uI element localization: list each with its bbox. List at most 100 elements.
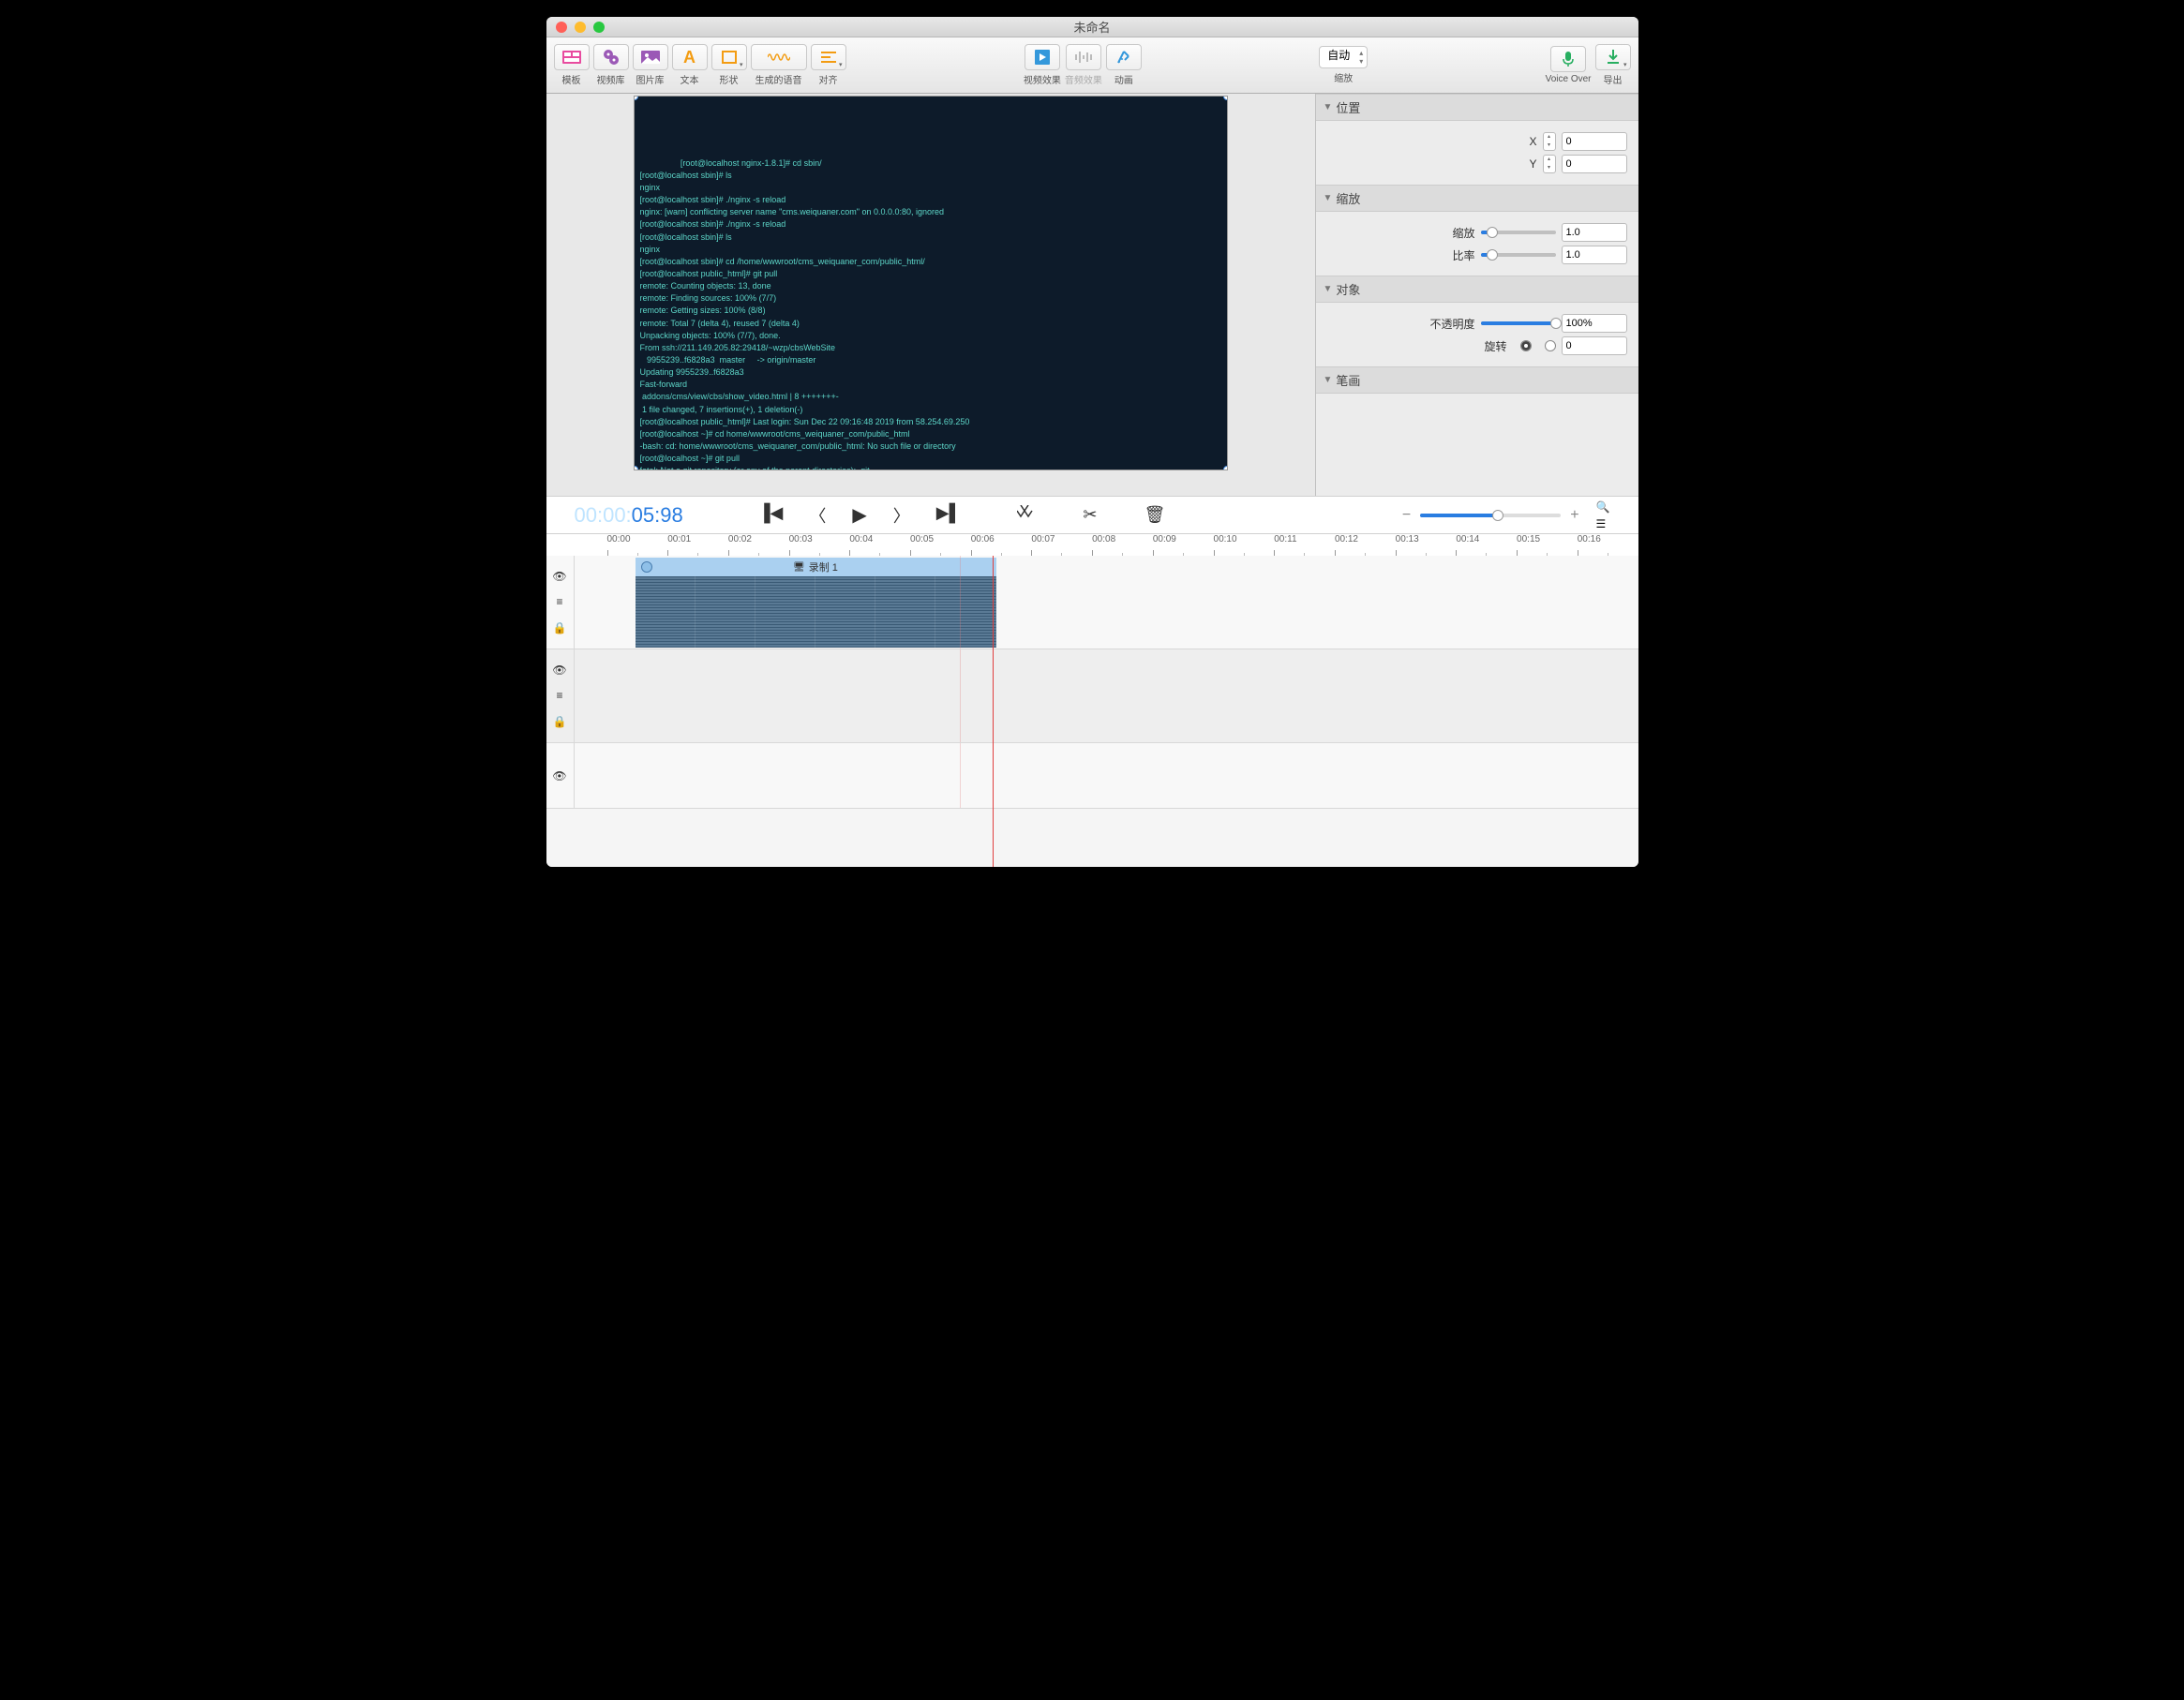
ruler-tick: 00:03 — [789, 534, 850, 556]
opacity-input[interactable] — [1562, 314, 1627, 333]
list-icon[interactable]: ☰ — [1596, 517, 1610, 530]
zoom-select[interactable]: 自动▴▾ — [1319, 46, 1368, 68]
go-end-button[interactable]: ▶▌ — [936, 503, 962, 528]
marker-button[interactable] — [1017, 505, 1036, 525]
timecode: 00:00:05:98 — [575, 503, 683, 528]
x-input[interactable] — [1562, 132, 1627, 151]
lock-icon[interactable]: 🔒 — [553, 621, 567, 634]
resize-handle-bl[interactable] — [634, 466, 638, 470]
ruler-tick: 00:11 — [1274, 534, 1335, 556]
cut-button[interactable]: ✂ — [1083, 505, 1097, 525]
afx-label: 音频效果 — [1065, 72, 1102, 86]
timeline-ruler[interactable]: 00:0000:0100:0200:0300:0400:0500:0600:07… — [546, 533, 1638, 556]
ruler-tick: 00:16 — [1578, 534, 1638, 556]
ruler-tick: 00:05 — [910, 534, 971, 556]
main-area: [root@localhost nginx-1.8.1]# cd sbin/ [… — [546, 94, 1638, 496]
videolib-button[interactable] — [593, 44, 629, 70]
rotation-cw[interactable] — [1520, 340, 1532, 351]
export-button[interactable]: ▾ — [1595, 44, 1631, 70]
app-window: 未命名 模板 视频库 图片库 A文本 ▾形状 生成的语音 ▾对齐 视频效果 音频… — [546, 17, 1638, 867]
voiceover-button[interactable] — [1550, 46, 1586, 72]
track-lines-icon[interactable]: ≡ — [556, 689, 562, 702]
ratio-slider[interactable] — [1481, 253, 1556, 257]
anim-label: 动画 — [1114, 72, 1133, 86]
ruler-tick: 00:10 — [1214, 534, 1275, 556]
rotation-input[interactable] — [1562, 336, 1627, 355]
delete-button[interactable]: 🗑 — [1144, 505, 1165, 525]
visibility-icon[interactable]: 👁 — [552, 769, 566, 783]
ruler-tick: 00:01 — [667, 534, 728, 556]
ratio-input[interactable] — [1562, 246, 1627, 264]
speech-label: 生成的语音 — [755, 72, 802, 86]
rotation-ccw[interactable] — [1545, 340, 1556, 351]
transport-bar: 00:00:05:98 ▐◀ 〈 ▶ 〉 ▶▌ ✂ 🗑 − + 🔍 ☰ — [546, 496, 1638, 533]
visibility-icon[interactable]: 👁 — [552, 664, 566, 677]
rotation-label: 旋转 — [1484, 338, 1506, 354]
vfx-label: 视频效果 — [1024, 72, 1061, 86]
visibility-icon[interactable]: 👁 — [552, 570, 566, 583]
titlebar: 未命名 — [546, 17, 1638, 37]
text-label: 文本 — [681, 72, 699, 86]
track-lines-icon[interactable]: ≡ — [556, 595, 562, 608]
opacity-slider[interactable] — [1481, 321, 1556, 325]
resize-handle-tl[interactable] — [634, 96, 638, 100]
section-stroke[interactable]: ▼笔画 — [1316, 366, 1638, 394]
template-button[interactable] — [554, 44, 590, 70]
imagelib-button[interactable] — [633, 44, 668, 70]
scale-input[interactable] — [1562, 223, 1627, 242]
canvas[interactable]: [root@localhost nginx-1.8.1]# cd sbin/ [… — [546, 94, 1315, 496]
ruler-tick: 00:09 — [1153, 534, 1214, 556]
ratio-label: 比率 — [1452, 247, 1474, 263]
ruler-tick: 00:00 — [607, 534, 668, 556]
ruler-tick: 00:08 — [1092, 534, 1153, 556]
anim-button[interactable] — [1106, 44, 1142, 70]
next-frame-button[interactable]: 〉 — [893, 503, 910, 528]
go-start-button[interactable]: ▐◀ — [758, 503, 784, 528]
section-object[interactable]: ▼对象 — [1316, 276, 1638, 303]
ruler-tick: 00:04 — [849, 534, 910, 556]
track-1: 👁 ≡ 🔒 🖥录制 1 — [546, 556, 1638, 649]
ruler-tick: 00:07 — [1031, 534, 1092, 556]
timeline-zoom-slider[interactable] — [1420, 514, 1561, 517]
videolib-label: 视频库 — [597, 72, 625, 86]
ruler-tick: 00:15 — [1517, 534, 1578, 556]
terminal-content: [root@localhost nginx-1.8.1]# cd sbin/ [… — [640, 158, 970, 470]
zoom-out-icon[interactable]: − — [1402, 507, 1411, 524]
scale-label: 缩放 — [1452, 225, 1474, 241]
y-label: Y — [1529, 157, 1536, 171]
vfx-button[interactable] — [1025, 44, 1060, 70]
afx-button[interactable] — [1066, 44, 1101, 70]
y-stepper[interactable]: ▴▾ — [1543, 155, 1556, 173]
x-stepper[interactable]: ▴▾ — [1543, 132, 1556, 151]
align-button[interactable]: ▾ — [811, 44, 846, 70]
shape-button[interactable]: ▾ — [711, 44, 747, 70]
section-scale[interactable]: ▼缩放 — [1316, 185, 1638, 212]
speech-button[interactable] — [751, 44, 807, 70]
resize-handle-br[interactable] — [1223, 466, 1228, 470]
track-3: 👁 — [546, 743, 1638, 809]
imagelib-label: 图片库 — [636, 72, 665, 86]
align-label: 对齐 — [819, 72, 838, 86]
ruler-tick: 00:14 — [1456, 534, 1517, 556]
track-2: 👁 ≡ 🔒 — [546, 649, 1638, 743]
play-button[interactable]: ▶ — [852, 503, 866, 528]
clip-recording-1[interactable]: 🖥录制 1 — [636, 558, 996, 648]
text-button[interactable]: A — [672, 44, 708, 70]
playhead[interactable] — [993, 556, 994, 867]
lock-icon[interactable]: 🔒 — [553, 715, 567, 728]
resize-handle-tr[interactable] — [1223, 96, 1228, 100]
timeline: 👁 ≡ 🔒 🖥录制 1 👁 ≡ 🔒 👁 — [546, 556, 1638, 867]
scale-slider[interactable] — [1481, 231, 1556, 234]
y-input[interactable] — [1562, 155, 1627, 173]
ruler-tick: 00:02 — [728, 534, 789, 556]
export-label: 导出 — [1604, 72, 1623, 86]
search-icon[interactable]: 🔍 — [1596, 500, 1610, 514]
toolbar: 模板 视频库 图片库 A文本 ▾形状 生成的语音 ▾对齐 视频效果 音频效果 动… — [546, 37, 1638, 94]
video-clip-preview[interactable]: [root@localhost nginx-1.8.1]# cd sbin/ [… — [634, 96, 1228, 470]
prev-frame-button[interactable]: 〈 — [809, 503, 826, 528]
section-position[interactable]: ▼位置 — [1316, 94, 1638, 121]
zoom-in-icon[interactable]: + — [1570, 507, 1578, 524]
ruler-tick: 00:12 — [1335, 534, 1396, 556]
x-label: X — [1529, 135, 1536, 148]
clip-label: 录制 1 — [809, 559, 838, 574]
